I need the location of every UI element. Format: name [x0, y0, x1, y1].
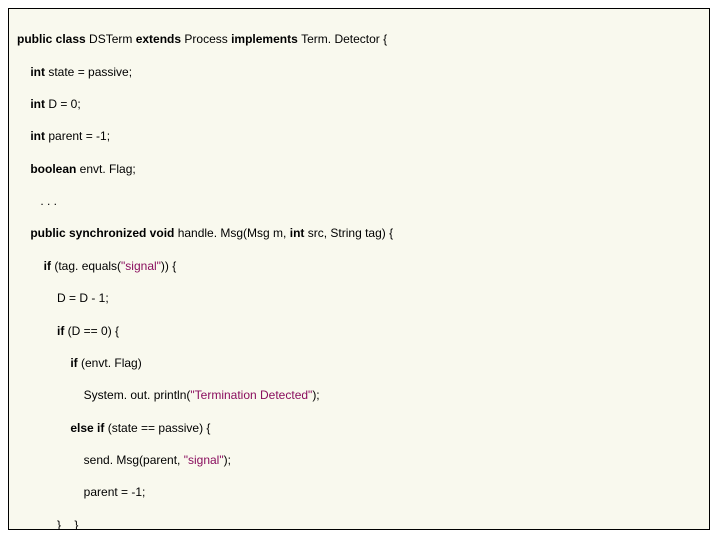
code-listing: public class DSTerm extends Process impl…	[8, 8, 710, 530]
